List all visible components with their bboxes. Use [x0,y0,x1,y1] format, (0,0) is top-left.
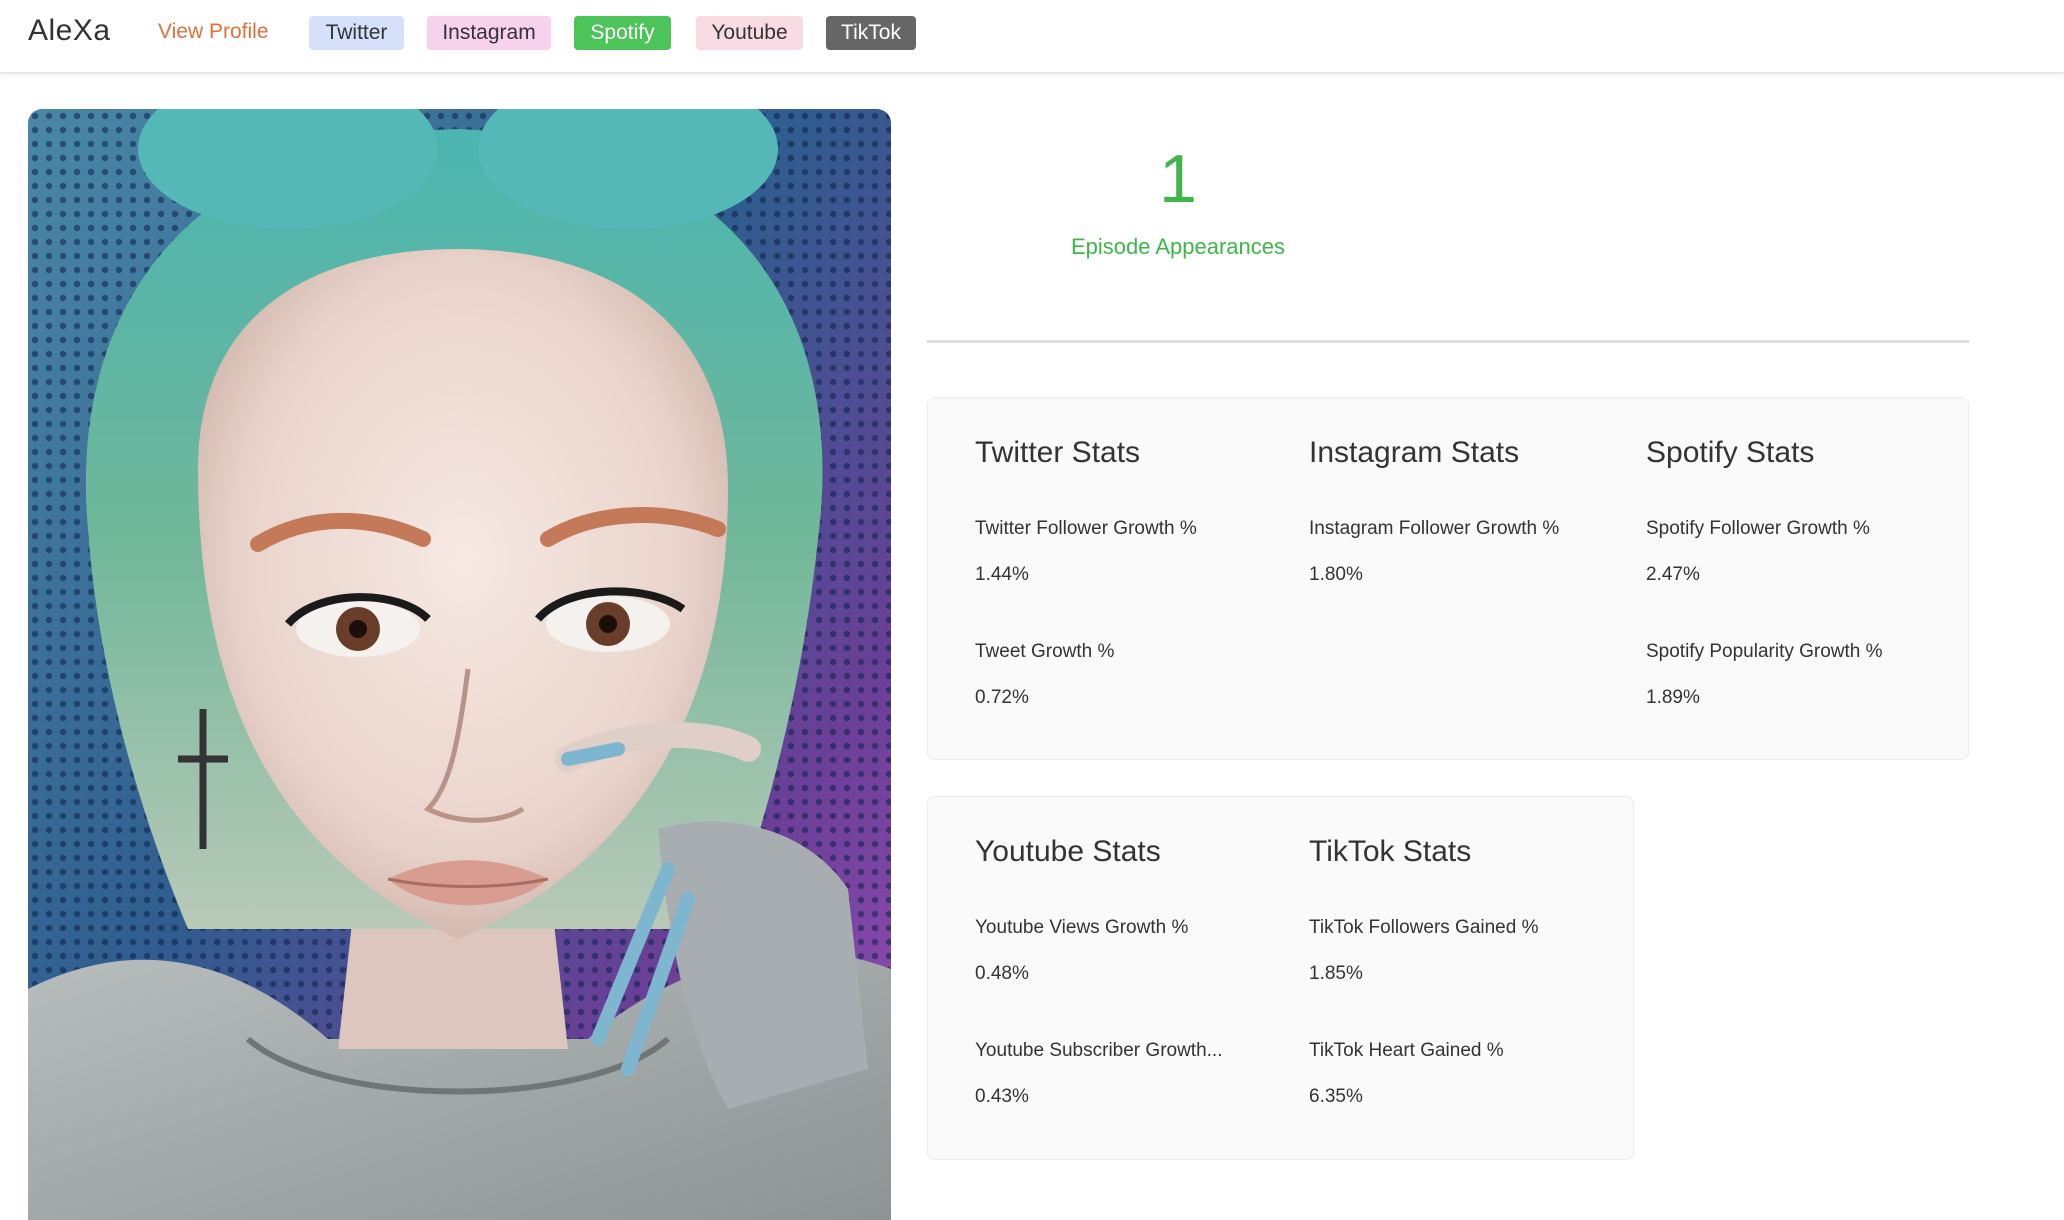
metric-label: Twitter Follower Growth % [975,518,1197,539]
episode-count: 1 [1159,141,1197,217]
metric-label: Tweet Growth % [975,641,1115,662]
spotify-tag[interactable]: Spotify [574,16,671,50]
metric-label: Youtube Subscriber Growth... [975,1040,1223,1061]
metric-label: Spotify Popularity Growth % [1646,641,1883,662]
metric-value: 1.44% [975,564,1029,585]
metric-label: TikTok Followers Gained % [1309,917,1539,938]
metric-value: 1.85% [1309,963,1363,984]
top-navbar: AleXa View Profile Twitter Instagram Spo… [0,0,2064,74]
metric-value: 0.43% [975,1086,1029,1107]
stats-card-social: Twitter Stats Twitter Follower Growth % … [927,397,1969,760]
metric-value: 2.47% [1646,564,1700,585]
instagram-tag[interactable]: Instagram [427,16,551,50]
metric-value: 0.48% [975,963,1029,984]
section-divider [927,340,1969,343]
artist-portrait [28,109,891,1220]
twitter-stats-title: Twitter Stats [975,436,1141,469]
metric-label: Instagram Follower Growth % [1309,518,1560,539]
metric-label: Spotify Follower Growth % [1646,518,1870,539]
metric-value: 1.80% [1309,564,1363,585]
tiktok-stats-title: TikTok Stats [1309,835,1472,868]
artist-name: AleXa [28,14,111,47]
metric-value: 0.72% [975,687,1029,708]
youtube-tag[interactable]: Youtube [696,16,803,50]
twitter-tag[interactable]: Twitter [309,16,404,50]
episode-label: Episode Appearances [1070,234,1286,259]
metric-value: 6.35% [1309,1086,1363,1107]
view-profile-link[interactable]: View Profile [158,20,269,44]
metric-label: Youtube Views Growth % [975,917,1189,938]
tiktok-tag[interactable]: TikTok [826,16,916,50]
metric-value: 1.89% [1646,687,1700,708]
instagram-stats-title: Instagram Stats [1309,436,1520,469]
spotify-stats-title: Spotify Stats [1646,436,1815,469]
youtube-stats-title: Youtube Stats [975,835,1161,868]
stats-card-video: Youtube Stats Youtube Views Growth % 0.4… [927,796,1634,1160]
metric-label: TikTok Heart Gained % [1309,1040,1504,1061]
